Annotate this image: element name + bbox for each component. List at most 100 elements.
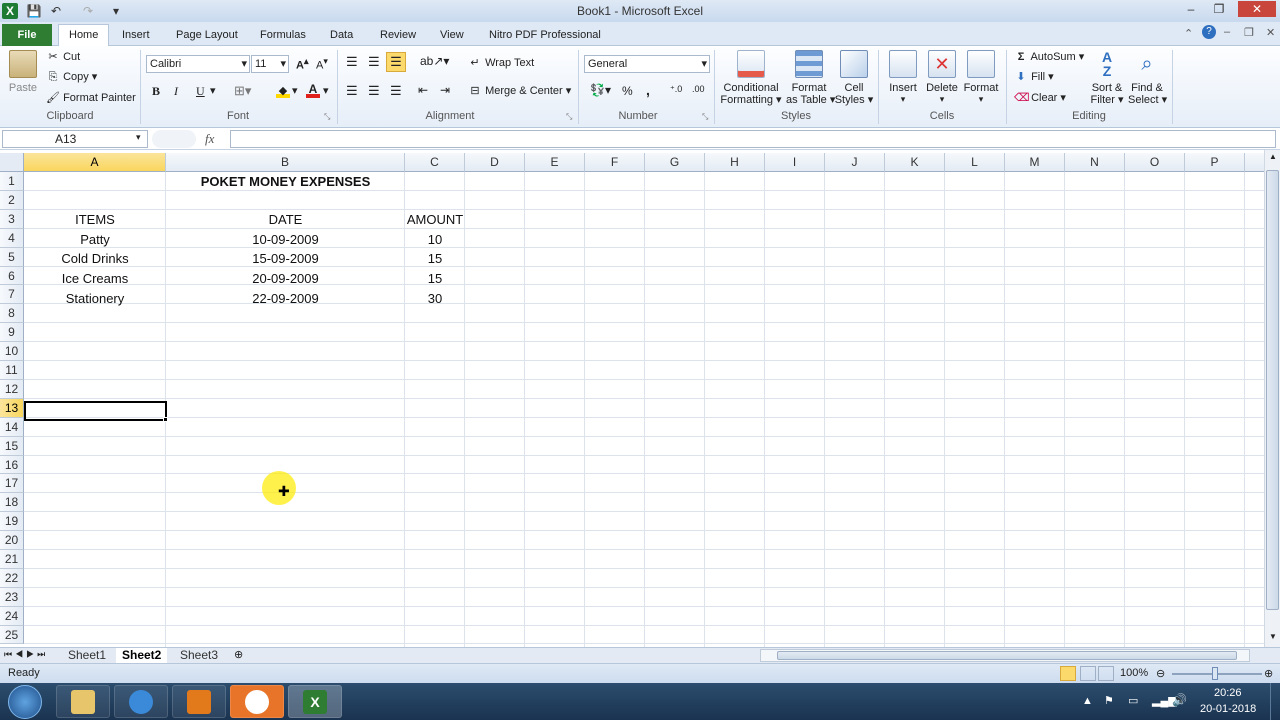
- cell-C4[interactable]: 10: [405, 230, 465, 249]
- formula-input[interactable]: [230, 130, 1276, 148]
- recorder-taskbar-button[interactable]: [230, 685, 284, 718]
- zoom-in-icon[interactable]: ⊕: [1264, 667, 1273, 680]
- cell-A6[interactable]: Ice Creams: [24, 269, 166, 288]
- row-header[interactable]: 1: [0, 172, 24, 191]
- tab-data[interactable]: Data: [320, 26, 363, 46]
- row-header[interactable]: 3: [0, 210, 24, 229]
- fill-color-icon[interactable]: ◆: [276, 84, 290, 98]
- show-desktop-button[interactable]: [1270, 683, 1280, 720]
- ie-taskbar-button[interactable]: [114, 685, 168, 718]
- row-header[interactable]: 13: [0, 399, 24, 418]
- cell-A4[interactable]: Patty: [24, 230, 166, 249]
- clear-button[interactable]: ⌫ Clear ▾: [1014, 91, 1066, 105]
- dialog-launcher-icon[interactable]: ⤡: [324, 112, 330, 122]
- row-header[interactable]: 6: [0, 267, 24, 285]
- sheet-tab[interactable]: Sheet3: [174, 648, 224, 664]
- column-header[interactable]: M: [1005, 153, 1065, 172]
- align-middle-icon[interactable]: ☰: [368, 54, 380, 70]
- row-header[interactable]: 19: [0, 512, 24, 531]
- row-header[interactable]: 12: [0, 380, 24, 399]
- grow-font-icon[interactable]: A▴: [296, 56, 309, 72]
- row-header[interactable]: 4: [0, 229, 24, 248]
- shrink-font-icon[interactable]: A▾: [316, 56, 328, 72]
- row-header[interactable]: 20: [0, 531, 24, 550]
- insert-function-icon[interactable]: fx: [205, 130, 229, 148]
- autosum-button[interactable]: Σ AutoSum ▾: [1014, 50, 1085, 64]
- row-header[interactable]: 5: [0, 248, 24, 267]
- cell-C6[interactable]: 15: [405, 269, 465, 288]
- active-cell-selection[interactable]: [24, 401, 167, 421]
- tab-page-layout[interactable]: Page Layout: [166, 26, 248, 46]
- cell-B3[interactable]: DATE: [166, 210, 405, 229]
- column-header[interactable]: C: [405, 153, 465, 172]
- merge-center-button[interactable]: ⊟ Merge & Center ▾: [468, 84, 571, 98]
- sheet-nav-icon[interactable]: ⏮◀▶⏭: [4, 649, 48, 660]
- doc-restore-icon[interactable]: ❐: [1244, 26, 1254, 39]
- tab-nitro-pdf[interactable]: Nitro PDF Professional: [479, 26, 611, 46]
- action-center-icon[interactable]: ⚑: [1104, 694, 1114, 707]
- cell-B5[interactable]: 15-09-2009: [166, 249, 405, 268]
- worksheet-grid[interactable]: A B C D E F G H I J K L M N O P POKET MO…: [0, 153, 1264, 647]
- column-header[interactable]: D: [465, 153, 525, 172]
- tab-review[interactable]: Review: [370, 26, 426, 46]
- tab-insert[interactable]: Insert: [112, 26, 160, 46]
- cell-B7[interactable]: 22-09-2009: [166, 289, 405, 308]
- row-header[interactable]: 23: [0, 588, 24, 607]
- scroll-thumb[interactable]: [1266, 170, 1279, 610]
- row-header[interactable]: 14: [0, 418, 24, 437]
- sort-filter-button[interactable]: AZ Sort & Filter ▾: [1088, 50, 1126, 106]
- chevron-down-icon[interactable]: ▾: [136, 132, 141, 143]
- cell-C3[interactable]: AMOUNT: [405, 210, 465, 229]
- column-header-partial[interactable]: [1245, 153, 1264, 172]
- row-header[interactable]: 10: [0, 342, 24, 361]
- row-header[interactable]: 15: [0, 437, 24, 456]
- vertical-scrollbar[interactable]: ▲ ▼: [1264, 150, 1280, 647]
- insert-cells-button[interactable]: Insert ▾: [884, 50, 922, 104]
- formula-bar-handle[interactable]: [152, 130, 196, 148]
- fill-button[interactable]: ⬇ Fill ▾: [1014, 70, 1053, 84]
- bold-button[interactable]: B: [152, 84, 160, 99]
- column-header[interactable]: B: [166, 153, 405, 172]
- chevron-down-icon[interactable]: ▾: [323, 84, 329, 97]
- row-header[interactable]: 2: [0, 191, 24, 210]
- zoom-slider-thumb[interactable]: [1212, 667, 1218, 680]
- format-cells-button[interactable]: Format ▾: [962, 50, 1000, 104]
- align-top-icon[interactable]: ☰: [346, 54, 358, 70]
- align-center-icon[interactable]: ☰: [368, 83, 380, 99]
- start-button[interactable]: [8, 685, 42, 719]
- align-bottom-icon[interactable]: ☰: [386, 52, 406, 72]
- close-button[interactable]: ✕: [1238, 1, 1276, 17]
- cell-B6[interactable]: 20-09-2009: [166, 269, 405, 288]
- column-header[interactable]: N: [1065, 153, 1125, 172]
- cell-B4[interactable]: 10-09-2009: [166, 230, 405, 249]
- excel-taskbar-button[interactable]: X: [288, 685, 342, 718]
- zoom-out-icon[interactable]: ⊖: [1156, 667, 1165, 680]
- horizontal-scrollbar[interactable]: [760, 649, 1250, 662]
- name-box[interactable]: A13: [2, 130, 148, 148]
- column-header[interactable]: F: [585, 153, 645, 172]
- currency-icon[interactable]: 💱▾: [590, 83, 611, 97]
- cell-A3[interactable]: ITEMS: [24, 210, 166, 229]
- row-header[interactable]: 18: [0, 493, 24, 512]
- font-size-dropdown[interactable]: 11 ▾: [251, 55, 289, 73]
- number-format-dropdown[interactable]: General ▾: [584, 55, 710, 73]
- insert-sheet-icon[interactable]: ⊕: [234, 648, 243, 661]
- fill-handle[interactable]: [163, 417, 168, 422]
- row-header[interactable]: 21: [0, 550, 24, 569]
- tab-formulas[interactable]: Formulas: [250, 26, 316, 46]
- doc-close-icon[interactable]: ✕: [1266, 26, 1275, 39]
- column-header[interactable]: J: [825, 153, 885, 172]
- page-layout-view-icon[interactable]: [1080, 666, 1096, 681]
- tab-view[interactable]: View: [430, 26, 474, 46]
- align-right-icon[interactable]: ☰: [390, 83, 402, 99]
- display-icon[interactable]: ▭: [1128, 694, 1138, 707]
- media-player-taskbar-button[interactable]: [172, 685, 226, 718]
- borders-icon[interactable]: ⊞▾: [234, 83, 251, 99]
- cell-styles-button[interactable]: Cell Styles ▾: [834, 50, 874, 106]
- row-header[interactable]: 24: [0, 607, 24, 626]
- percent-button[interactable]: %: [622, 84, 633, 98]
- column-header[interactable]: K: [885, 153, 945, 172]
- doc-minimize-icon[interactable]: –: [1224, 26, 1230, 38]
- row-header[interactable]: 7: [0, 285, 24, 304]
- delete-cells-button[interactable]: ✕ Delete ▾: [924, 50, 960, 104]
